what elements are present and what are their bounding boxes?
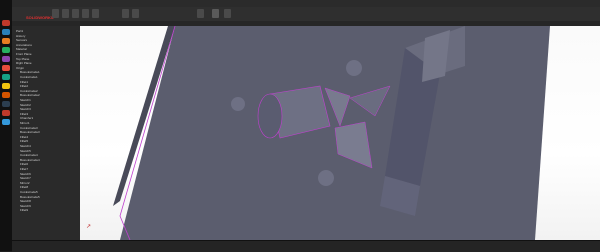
tree-item[interactable]: Boss-Extrude2 — [20, 94, 40, 97]
taskbar-app-icon[interactable] — [2, 47, 10, 53]
taskbar-app-icon[interactable] — [2, 119, 10, 125]
bump-top — [346, 60, 362, 76]
ribbon-button-extra1[interactable] — [122, 9, 129, 18]
tree-item[interactable]: Front Plane — [16, 53, 32, 56]
ribbon-button-office[interactable] — [92, 9, 99, 18]
tree-item[interactable]: History — [16, 34, 25, 38]
ribbon-button-extra3[interactable] — [197, 9, 204, 18]
tree-item[interactable]: Fillet8 — [20, 186, 28, 189]
plate-body — [120, 26, 550, 240]
tree-item[interactable]: Sketch2 — [20, 103, 31, 107]
ribbon-button-dimxpert[interactable] — [82, 9, 89, 18]
tree-item[interactable]: Fillet3 — [20, 112, 28, 116]
tree-item[interactable]: Sketch3 — [20, 108, 31, 111]
status-bar — [12, 240, 600, 252]
ribbon-button-extra5[interactable] — [224, 9, 231, 18]
tree-item[interactable]: Sketch8 — [20, 200, 31, 203]
tree-item[interactable]: Part1 — [16, 30, 23, 33]
tree-item[interactable]: Boss-Extrude3 — [20, 131, 40, 134]
taskbar-app-icon[interactable] — [2, 110, 10, 116]
taskbar-app-icon[interactable] — [2, 20, 10, 26]
triad-icon: ↗ — [86, 224, 91, 230]
tree-item[interactable]: Sketch1 — [20, 99, 31, 102]
tree-item[interactable]: Origin — [16, 66, 24, 70]
tree-item[interactable]: Cut-Extrude2 — [20, 89, 38, 93]
tree-item[interactable]: Fillet4 — [20, 135, 28, 139]
tree-item[interactable]: Fillet2 — [20, 85, 28, 88]
tree-item[interactable]: Fillet6 — [20, 163, 28, 166]
tree-item[interactable]: Boss-Extrude1 — [20, 71, 40, 74]
tree-item[interactable]: Fillet1 — [20, 80, 28, 84]
app-logo: SOLIDWORKS — [26, 15, 54, 20]
tree-item[interactable]: Chamfer1 — [20, 117, 33, 120]
graphics-viewport[interactable]: ↗ — [80, 26, 600, 240]
tree-item[interactable]: Fillet7 — [20, 168, 28, 171]
tree-item[interactable]: Fillet5 — [20, 140, 28, 143]
taskbar-app-icon[interactable] — [2, 74, 10, 80]
tree-item[interactable]: Sketch5 — [20, 149, 31, 153]
bump-bottom — [318, 170, 334, 186]
title-bar — [12, 0, 600, 7]
cylinder-end — [257, 93, 283, 139]
taskbar-app-icon[interactable] — [2, 101, 10, 107]
tree-item[interactable]: Boss-Extrude5 — [20, 195, 40, 199]
feature-manager-tree[interactable]: Part1 History Sensors Annotations Material Fr… — [12, 26, 81, 240]
ribbon-button-features[interactable] — [52, 9, 59, 18]
tree-item[interactable]: Right Plane — [16, 62, 32, 65]
ribbon-button-extra4[interactable] — [212, 9, 219, 18]
taskbar-app-icon[interactable] — [2, 92, 10, 98]
os-taskbar — [0, 0, 12, 251]
command-manager-ribbon: SOLIDWORKS — [12, 7, 600, 22]
ribbon-button-sketch[interactable] — [62, 9, 69, 18]
tree-item[interactable]: Sketch9 — [20, 204, 31, 208]
tree-item[interactable]: Mirror1 — [20, 122, 30, 125]
tree-item[interactable]: Mirror2 — [20, 181, 30, 185]
ribbon-button-extra2[interactable] — [132, 9, 139, 18]
bump-left — [231, 97, 245, 111]
tree-item[interactable]: Fillet9 — [20, 209, 28, 212]
taskbar-app-icon[interactable] — [2, 29, 10, 35]
tree-item[interactable]: Top Plane — [16, 57, 29, 61]
tree-item[interactable]: Sketch6 — [20, 172, 31, 176]
tree-item[interactable]: Cut-Extrude4 — [20, 154, 38, 157]
tree-item[interactable]: Cut-Extrude5 — [20, 191, 38, 194]
taskbar-app-icon[interactable] — [2, 65, 10, 71]
taskbar-app-icon[interactable] — [2, 83, 10, 89]
tree-item[interactable]: Sketch7 — [20, 177, 31, 180]
tree-item[interactable]: Cut-Extrude1 — [20, 76, 38, 79]
tree-item[interactable]: Material — [16, 48, 27, 51]
ribbon-button-evaluate[interactable] — [72, 9, 79, 18]
tree-item[interactable]: Sensors — [16, 39, 27, 42]
part-model[interactable]: ↗ — [80, 26, 600, 240]
taskbar-app-icon[interactable] — [2, 56, 10, 62]
taskbar-app-icon[interactable] — [2, 38, 10, 44]
tree-item[interactable]: Annotations — [16, 43, 32, 47]
tree-item[interactable]: Boss-Extrude4 — [20, 158, 40, 162]
tree-item[interactable]: Cut-Extrude3 — [20, 126, 38, 130]
tree-item[interactable]: Sketch4 — [20, 145, 31, 148]
